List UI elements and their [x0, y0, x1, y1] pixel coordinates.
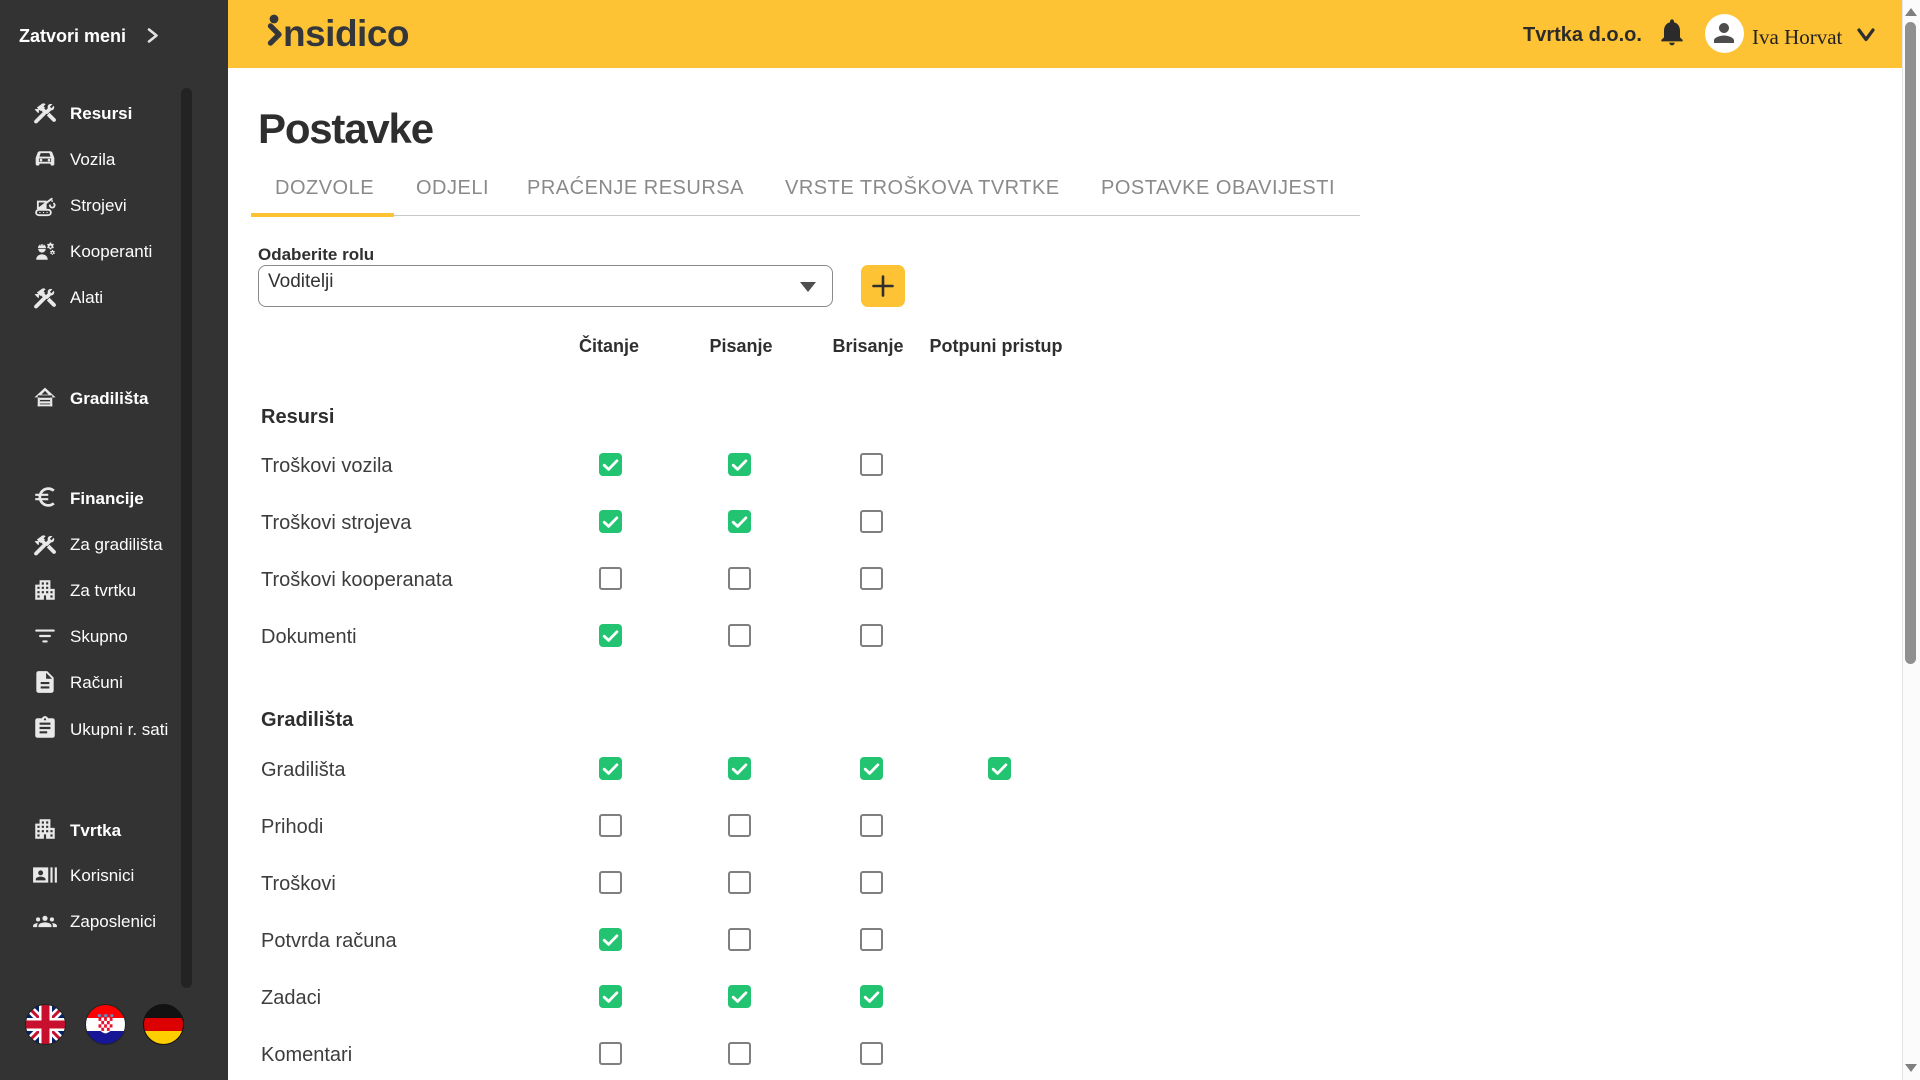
svg-text:nsidico: nsidico	[283, 13, 409, 54]
